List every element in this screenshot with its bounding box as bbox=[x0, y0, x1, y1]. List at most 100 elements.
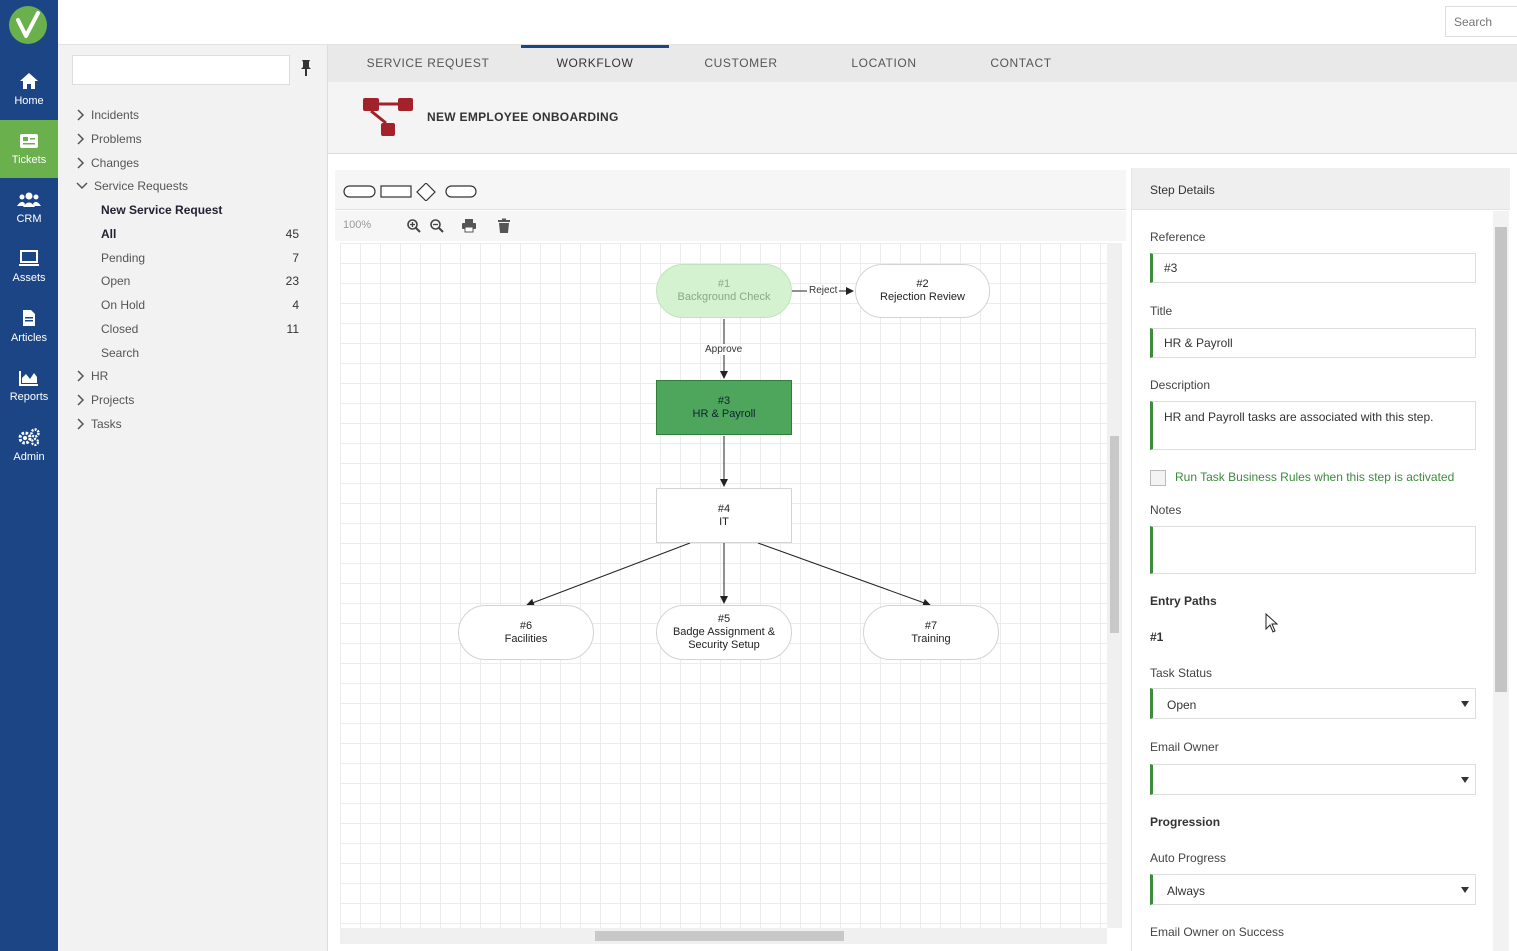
tab-contact[interactable]: CONTACT bbox=[976, 45, 1066, 82]
tree-item-hr[interactable]: HR bbox=[58, 365, 318, 387]
rail-item-articles[interactable]: Articles bbox=[0, 297, 58, 355]
tree-item-label: Tasks bbox=[91, 417, 122, 431]
ticket-icon bbox=[20, 133, 38, 148]
chevron-down-icon bbox=[76, 182, 88, 190]
title-input[interactable] bbox=[1150, 328, 1476, 358]
tree-item-closed[interactable]: Closed 11 bbox=[58, 318, 318, 340]
canvas-horizontal-scrollbar[interactable] bbox=[340, 928, 1107, 944]
edge-label-reject: Reject bbox=[807, 285, 840, 296]
email-owner-label: Email Owner bbox=[1150, 740, 1219, 754]
rail-item-assets[interactable]: Assets bbox=[0, 238, 58, 296]
tree-item-label: Incidents bbox=[91, 108, 140, 122]
tree-item-problems[interactable]: Problems bbox=[58, 128, 318, 150]
entry-paths-value: #1 bbox=[1150, 630, 1164, 644]
zoom-level-select[interactable]: 100% bbox=[343, 219, 387, 235]
trash-icon[interactable] bbox=[496, 218, 512, 234]
canvas-vertical-scrollbar[interactable] bbox=[1107, 243, 1122, 928]
run-business-rules-label[interactable]: Run Task Business Rules when this step i… bbox=[1175, 470, 1454, 484]
tree-item-label: Projects bbox=[91, 393, 135, 407]
caret-down-icon bbox=[1461, 701, 1469, 707]
auto-progress-select[interactable]: Always bbox=[1150, 874, 1476, 905]
workflow-canvas[interactable]: Reject Approve #1 Background Check #2 Re… bbox=[340, 243, 1107, 928]
chevron-right-icon bbox=[77, 394, 85, 406]
top-bar bbox=[58, 0, 1517, 45]
tree-filter-input[interactable] bbox=[72, 55, 290, 85]
run-business-rules-checkbox[interactable] bbox=[1150, 470, 1166, 486]
zoom-in-icon[interactable] bbox=[406, 218, 422, 234]
process-shape-icon[interactable] bbox=[380, 185, 412, 198]
workflow-node-6[interactable]: #6 Facilities bbox=[458, 605, 594, 660]
tree-item-label: Search bbox=[101, 346, 140, 360]
workflow-node-7[interactable]: #7 Training bbox=[863, 605, 999, 660]
rail-item-admin[interactable]: Admin bbox=[0, 416, 58, 474]
tree-item-open[interactable]: Open 23 bbox=[58, 270, 318, 292]
rail-item-reports[interactable]: Reports bbox=[0, 357, 58, 415]
workflow-node-3[interactable]: #3 HR & Payroll bbox=[656, 380, 792, 435]
tree-item-tasks[interactable]: Tasks bbox=[58, 413, 318, 435]
pin-icon[interactable] bbox=[298, 59, 314, 77]
node-label: Facilities bbox=[504, 632, 548, 645]
step-details-panel: Step Details Reference Title Description… bbox=[1131, 168, 1510, 951]
details-scrollbar[interactable] bbox=[1493, 211, 1509, 951]
description-textarea[interactable] bbox=[1150, 401, 1476, 450]
zoom-out-icon[interactable] bbox=[429, 218, 445, 234]
tab-service-request[interactable]: SERVICE REQUEST bbox=[358, 45, 498, 82]
scroll-thumb[interactable] bbox=[595, 931, 844, 941]
chevron-right-icon bbox=[77, 109, 85, 121]
navigation-tree: Incidents Problems Changes Service Reque… bbox=[58, 45, 328, 951]
tree-item-all[interactable]: All 45 bbox=[58, 223, 318, 245]
workflow-node-5[interactable]: #5 Badge Assignment & Security Setup bbox=[656, 605, 792, 660]
tree-item-incidents[interactable]: Incidents bbox=[58, 104, 318, 126]
workflow-node-1[interactable]: #1 Background Check bbox=[656, 264, 792, 318]
tree-item-label: Open bbox=[101, 274, 131, 288]
rail-label: Reports bbox=[9, 390, 49, 403]
scroll-thumb[interactable] bbox=[1110, 436, 1119, 633]
tree-item-changes[interactable]: Changes bbox=[58, 152, 318, 174]
count-badge: 4 bbox=[292, 298, 299, 312]
workflow-node-4[interactable]: #4 IT bbox=[656, 488, 792, 543]
tree-item-pending[interactable]: Pending 7 bbox=[58, 247, 318, 269]
scroll-thumb[interactable] bbox=[1495, 227, 1507, 692]
tab-workflow[interactable]: WORKFLOW bbox=[521, 45, 669, 82]
node-id: #1 bbox=[717, 278, 731, 290]
workflow-node-2[interactable]: #2 Rejection Review bbox=[855, 264, 990, 318]
edge-4-6 bbox=[526, 542, 691, 607]
reference-input[interactable] bbox=[1150, 253, 1476, 283]
terminator-shape-icon[interactable] bbox=[343, 185, 376, 198]
workflow-icon bbox=[363, 98, 413, 136]
task-status-select[interactable]: Open bbox=[1150, 688, 1476, 719]
tree-item-label: Closed bbox=[101, 322, 139, 336]
caret-down-icon bbox=[1461, 777, 1469, 783]
node-label: HR & Payroll bbox=[692, 407, 756, 420]
tab-location[interactable]: LOCATION bbox=[836, 45, 932, 82]
node-id: #5 bbox=[717, 613, 731, 625]
notes-label: Notes bbox=[1150, 503, 1182, 517]
notes-textarea[interactable] bbox=[1150, 526, 1476, 574]
tree-item-projects[interactable]: Projects bbox=[58, 389, 318, 411]
rail-item-tickets[interactable]: Tickets bbox=[0, 120, 58, 178]
global-search-input[interactable] bbox=[1445, 6, 1517, 37]
home-icon bbox=[20, 72, 38, 89]
email-owner-select[interactable] bbox=[1150, 764, 1476, 795]
print-icon[interactable] bbox=[461, 218, 477, 234]
rail-label: CRM bbox=[16, 212, 42, 225]
tree-item-label: All bbox=[101, 227, 117, 241]
tree-item-service-requests[interactable]: Service Requests bbox=[58, 175, 318, 197]
tree-item-search[interactable]: Search bbox=[58, 342, 318, 364]
tree-item-new-service-request[interactable]: New Service Request bbox=[58, 199, 318, 221]
decision-shape-icon[interactable] bbox=[416, 183, 436, 201]
node-label: Background Check bbox=[677, 291, 771, 303]
step-details-title: Step Details bbox=[1150, 183, 1215, 197]
rail-item-crm[interactable]: CRM bbox=[0, 179, 58, 237]
tree-item-label: New Service Request bbox=[101, 203, 223, 217]
node-id: #6 bbox=[519, 619, 533, 632]
step-shape-icon[interactable] bbox=[445, 185, 477, 198]
tree-item-label: Pending bbox=[101, 251, 146, 265]
app-logo[interactable] bbox=[9, 6, 47, 44]
rail-item-home[interactable]: Home bbox=[0, 60, 58, 118]
chevron-right-icon bbox=[77, 418, 85, 430]
step-details-header: Step Details bbox=[1132, 168, 1510, 210]
tree-item-on-hold[interactable]: On Hold 4 bbox=[58, 294, 318, 316]
document-icon bbox=[23, 309, 35, 326]
tab-customer[interactable]: CUSTOMER bbox=[691, 45, 791, 82]
